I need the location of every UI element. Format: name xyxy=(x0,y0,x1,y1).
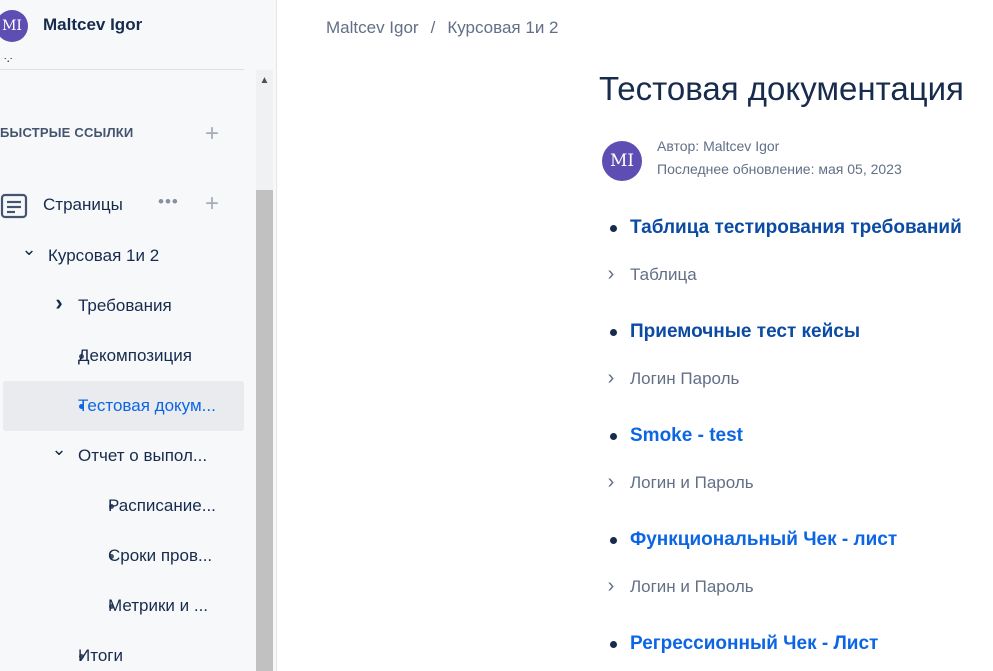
more-actions-icon[interactable]: ••• xyxy=(158,192,179,212)
pages-section[interactable]: Страницы ••• + xyxy=(0,186,244,226)
sidebar-tree-item[interactable]: ⌄ Курсовая 1и 2 xyxy=(0,231,244,281)
breadcrumb-separator: / xyxy=(430,18,436,37)
bullet-dot-icon xyxy=(610,329,617,336)
add-quick-link-icon[interactable]: + xyxy=(200,120,224,148)
sidebar-tree-item-label: Тестовая докум... xyxy=(78,396,216,415)
sidebar-tree-item[interactable]: Сроки пров... xyxy=(0,531,244,581)
bullet-dot-icon xyxy=(610,641,617,648)
bullet-dot-icon xyxy=(610,537,617,544)
add-page-icon[interactable]: + xyxy=(200,190,224,218)
clipped-icon: ⁘ xyxy=(2,58,15,68)
bullet-dot-icon xyxy=(610,225,617,232)
pages-icon xyxy=(0,193,28,219)
sidebar-tree-item[interactable]: Расписание... xyxy=(0,481,244,531)
sidebar-tree-item[interactable]: Декомпозиция xyxy=(0,331,244,381)
space-avatar[interactable]: MI xyxy=(0,10,28,42)
breadcrumb-item-space[interactable]: Maltcev Igor xyxy=(326,18,419,37)
sidebar-tree-item[interactable]: › Требования xyxy=(0,281,244,331)
author-avatar[interactable]: MI xyxy=(602,141,642,181)
sidebar-tree-item-label: Требования xyxy=(78,296,172,315)
scroll-up-arrow-icon[interactable]: ▲ xyxy=(256,72,273,89)
quick-links-heading: БЫСТРЫЕ ССЫЛКИ xyxy=(0,125,134,140)
header-divider xyxy=(0,69,244,70)
pages-label: Страницы xyxy=(43,195,123,214)
breadcrumb-item-parent[interactable]: Курсовая 1и 2 xyxy=(447,18,558,37)
expand-chevron-icon[interactable]: › xyxy=(604,471,618,493)
chevron-down-icon[interactable]: ⌄ xyxy=(21,239,36,259)
sidebar-tree-item-label: Сроки пров... xyxy=(108,546,213,565)
content-link[interactable]: Приемочные тест кейсы xyxy=(630,321,860,343)
sidebar-tree-item[interactable]: Итоги xyxy=(0,631,244,671)
expand-label[interactable]: Логин и Пароль xyxy=(630,473,754,493)
content-link[interactable]: Функциональный Чек - лист xyxy=(630,529,897,551)
content-link[interactable]: Таблица тестирования требований xyxy=(630,217,962,239)
sidebar-tree-item[interactable]: Тестовая докум... xyxy=(3,381,244,431)
breadcrumb: Maltcev Igor / Курсовая 1и 2 xyxy=(326,18,559,38)
sidebar-tree-item-label: Итоги xyxy=(78,646,123,665)
byline-author: Автор: Maltcev Igor xyxy=(657,138,780,154)
bullet-dot-icon xyxy=(610,433,617,440)
expand-chevron-icon[interactable]: › xyxy=(604,575,618,597)
sidebar: MI Maltcev Igor ⁘ БЫСТРЫЕ ССЫЛКИ + Стран… xyxy=(0,0,277,671)
sidebar-tree-item-label: Расписание... xyxy=(108,496,216,515)
sidebar-tree-item-label: Метрики и ... xyxy=(108,596,209,615)
expand-chevron-icon[interactable]: › xyxy=(604,263,618,285)
space-header[interactable]: MI Maltcev Igor xyxy=(0,0,276,50)
content-link[interactable]: Smoke - test xyxy=(630,425,743,447)
chevron-down-icon[interactable]: ⌄ xyxy=(51,439,66,459)
expand-label[interactable]: Таблица xyxy=(630,265,697,285)
sidebar-tree-item[interactable]: ⌄ Отчет о выпол... xyxy=(0,431,244,481)
expand-label[interactable]: Логин и Пароль xyxy=(630,577,754,597)
expand-label[interactable]: Логин Пароль xyxy=(630,369,739,389)
sidebar-tree-item-label: Курсовая 1и 2 xyxy=(48,246,160,265)
byline-updated: Последнее обновление: мая 05, 2023 xyxy=(657,161,902,177)
expand-chevron-icon[interactable]: › xyxy=(604,367,618,389)
content-link[interactable]: Регрессионный Чек - Лист xyxy=(630,633,878,655)
space-title[interactable]: Maltcev Igor xyxy=(43,15,142,35)
sidebar-tree-item-label: Декомпозиция xyxy=(78,346,192,365)
scrollbar-thumb[interactable] xyxy=(256,190,273,671)
sidebar-tree-item-label: Отчет о выпол... xyxy=(78,446,208,465)
chevron-right-icon[interactable]: › xyxy=(52,290,66,315)
sidebar-tree-item[interactable]: Метрики и ... xyxy=(0,581,244,631)
page-title: Тестовая документация xyxy=(599,70,964,107)
